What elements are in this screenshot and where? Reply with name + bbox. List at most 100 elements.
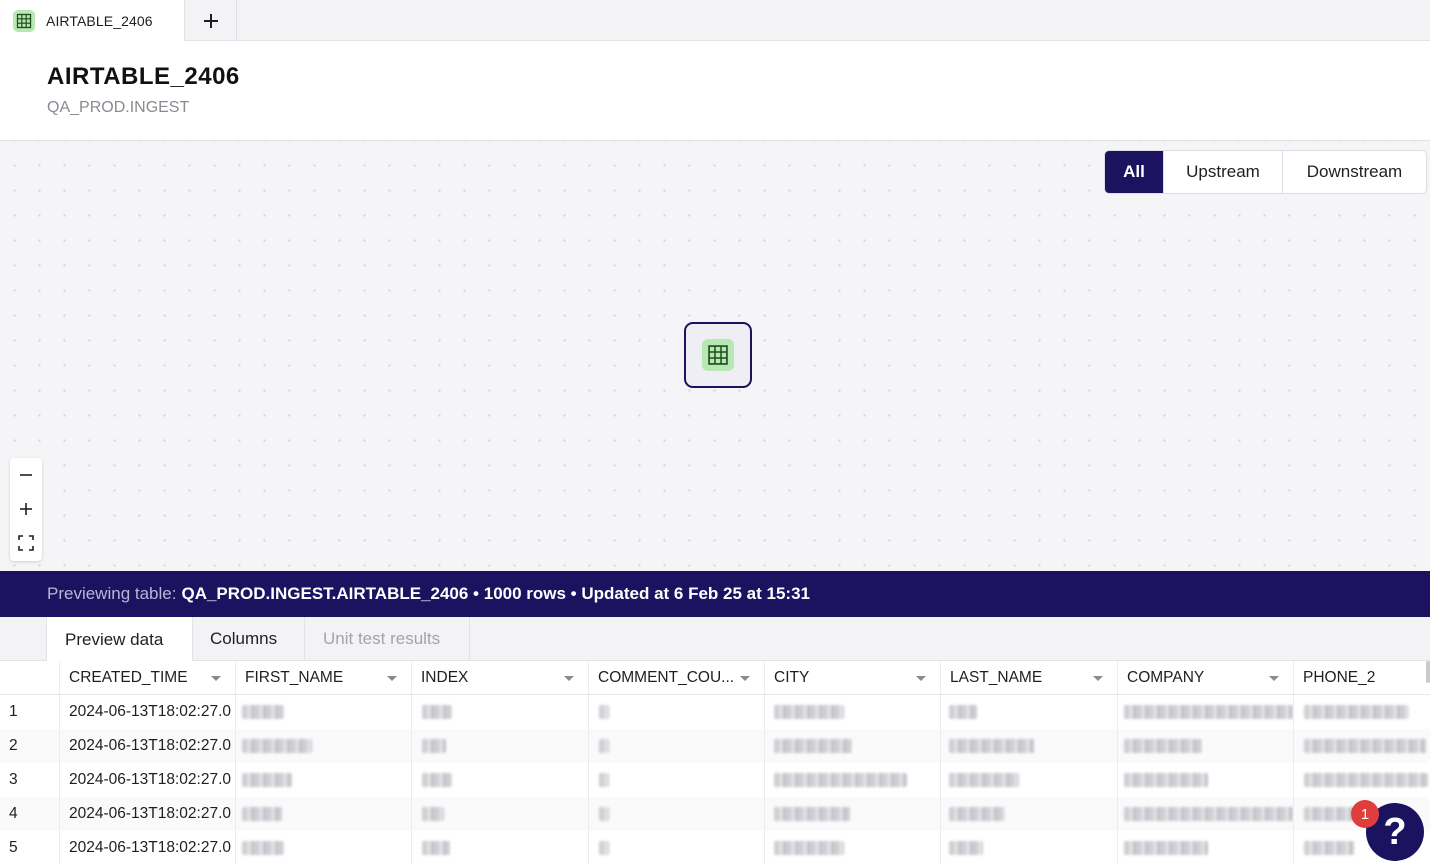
page-subtitle: QA_PROD.INGEST: [47, 99, 190, 116]
page-title: AIRTABLE_2406: [47, 63, 240, 90]
chevron-down-icon[interactable]: [740, 676, 750, 681]
cell-redacted[interactable]: [1117, 729, 1293, 763]
table-row: 2 2024-06-13T18:02:27.0: [0, 729, 1430, 763]
cell-created-time[interactable]: 2024-06-13T18:02:27.0: [59, 831, 235, 863]
column-header[interactable]: PHONE_2: [1293, 661, 1430, 695]
row-number: 1: [9, 703, 18, 720]
table-row: 3 2024-06-13T18:02:27.0: [0, 763, 1430, 797]
chevron-down-icon[interactable]: [387, 676, 397, 681]
horizontal-scrollbar[interactable]: [1426, 661, 1430, 683]
preview-banner: Previewing table: QA_PROD.INGEST.AIRTABL…: [0, 571, 1430, 617]
cell-redacted[interactable]: [411, 831, 588, 863]
table-row: 1 2024-06-13T18:02:27.0: [0, 695, 1430, 729]
table-icon: [702, 339, 734, 371]
cell-redacted[interactable]: [235, 763, 411, 797]
cell-redacted[interactable]: [1293, 763, 1430, 797]
table-row: 5 2024-06-13T18:02:27.0: [0, 831, 1430, 863]
cell-redacted[interactable]: [588, 763, 764, 797]
preview-prefix: Previewing table:: [47, 584, 177, 603]
cell-redacted[interactable]: [235, 797, 411, 831]
cell-redacted[interactable]: [411, 729, 588, 763]
table-header: CREATED_TIME FIRST_NAME INDEX COMMENT_CO…: [0, 661, 1430, 695]
cell-redacted[interactable]: [1117, 763, 1293, 797]
tab-unit-test-results[interactable]: Unit test results: [305, 617, 470, 661]
chevron-down-icon[interactable]: [1269, 676, 1279, 681]
cell-redacted[interactable]: [1117, 831, 1293, 863]
lineage-filter-group: All Upstream Downstream: [1104, 150, 1427, 194]
column-header-label: INDEX: [421, 669, 469, 686]
column-header-label: CREATED_TIME: [69, 669, 188, 686]
preview-table: CREATED_TIME FIRST_NAME INDEX COMMENT_CO…: [0, 661, 1430, 863]
cell-redacted[interactable]: [411, 797, 588, 831]
row-number: 4: [9, 805, 18, 822]
cell-redacted[interactable]: [764, 797, 940, 831]
notification-badge: 1: [1351, 800, 1379, 828]
cell-created-time[interactable]: 2024-06-13T18:02:27.0: [59, 695, 235, 729]
cell-redacted[interactable]: [235, 729, 411, 763]
column-header-label: CITY: [774, 669, 810, 686]
cell-redacted[interactable]: [940, 831, 1117, 863]
chevron-down-icon[interactable]: [211, 676, 221, 681]
zoom-out-button[interactable]: [10, 458, 42, 492]
cell-redacted[interactable]: [411, 763, 588, 797]
cell-redacted[interactable]: [940, 797, 1117, 831]
cell-redacted[interactable]: [1117, 695, 1293, 729]
cell-redacted[interactable]: [588, 695, 764, 729]
column-header[interactable]: FIRST_NAME: [235, 661, 411, 695]
chevron-down-icon[interactable]: [564, 676, 574, 681]
filter-upstream-button[interactable]: Upstream: [1163, 151, 1282, 193]
cell-redacted[interactable]: [588, 831, 764, 863]
tab-label: AIRTABLE_2406: [46, 12, 153, 29]
cell-redacted[interactable]: [940, 763, 1117, 797]
cell-redacted[interactable]: [1293, 695, 1430, 729]
column-header[interactable]: INDEX: [411, 661, 588, 695]
cell-redacted[interactable]: [1293, 729, 1430, 763]
fit-view-button[interactable]: [10, 526, 42, 560]
chevron-down-icon[interactable]: [916, 676, 926, 681]
column-header-label: FIRST_NAME: [245, 669, 344, 686]
cell-redacted[interactable]: [940, 729, 1117, 763]
cell-redacted[interactable]: [588, 729, 764, 763]
column-header[interactable]: CITY: [764, 661, 940, 695]
cell-redacted[interactable]: [940, 695, 1117, 729]
cell-redacted[interactable]: [235, 831, 411, 863]
column-header[interactable]: CREATED_TIME: [59, 661, 235, 695]
tab-bar: AIRTABLE_2406: [0, 0, 1430, 41]
lineage-node-table[interactable]: [684, 322, 752, 388]
cell-created-time[interactable]: 2024-06-13T18:02:27.0: [59, 729, 235, 763]
filter-downstream-button[interactable]: Downstream: [1282, 151, 1426, 193]
cell-redacted[interactable]: [1117, 797, 1293, 831]
column-header-label: PHONE_2: [1303, 669, 1376, 686]
cell-redacted[interactable]: [764, 695, 940, 729]
column-header[interactable]: COMMENT_COU...: [588, 661, 764, 695]
cell-redacted[interactable]: [235, 695, 411, 729]
lineage-canvas[interactable]: All Upstream Downstream: [0, 141, 1430, 571]
cell-redacted[interactable]: [411, 695, 588, 729]
minus-icon: [20, 474, 32, 476]
page-header: AIRTABLE_2406 QA_PROD.INGEST: [0, 41, 1430, 141]
preview-tabs: Preview data Columns Unit test results: [0, 617, 1430, 662]
cell-created-time[interactable]: 2024-06-13T18:02:27.0: [59, 763, 235, 797]
tab-columns[interactable]: Columns: [193, 617, 305, 661]
plus-icon: [203, 13, 218, 28]
row-number: 2: [9, 737, 18, 754]
cell-redacted[interactable]: [764, 763, 940, 797]
cell-redacted[interactable]: [764, 831, 940, 863]
fit-view-icon: [18, 535, 34, 551]
column-header-label: COMPANY: [1127, 669, 1205, 686]
table-icon: [13, 9, 35, 32]
cell-redacted[interactable]: [588, 797, 764, 831]
tab-preview-data[interactable]: Preview data: [46, 617, 193, 662]
column-header-label: LAST_NAME: [950, 669, 1043, 686]
cell-redacted[interactable]: [764, 729, 940, 763]
tab-airtable[interactable]: AIRTABLE_2406: [0, 0, 185, 41]
column-header[interactable]: COMPANY: [1117, 661, 1293, 695]
cell-created-time[interactable]: 2024-06-13T18:02:27.0: [59, 797, 235, 831]
zoom-in-button[interactable]: [10, 492, 42, 526]
chevron-down-icon[interactable]: [1093, 676, 1103, 681]
add-tab-button[interactable]: [185, 0, 237, 41]
filter-all-button[interactable]: All: [1105, 151, 1163, 193]
column-header[interactable]: LAST_NAME: [940, 661, 1117, 695]
preview-value: QA_PROD.INGEST.AIRTABLE_2406 • 1000 rows…: [181, 584, 810, 603]
table-row: 4 2024-06-13T18:02:27.0: [0, 797, 1430, 831]
